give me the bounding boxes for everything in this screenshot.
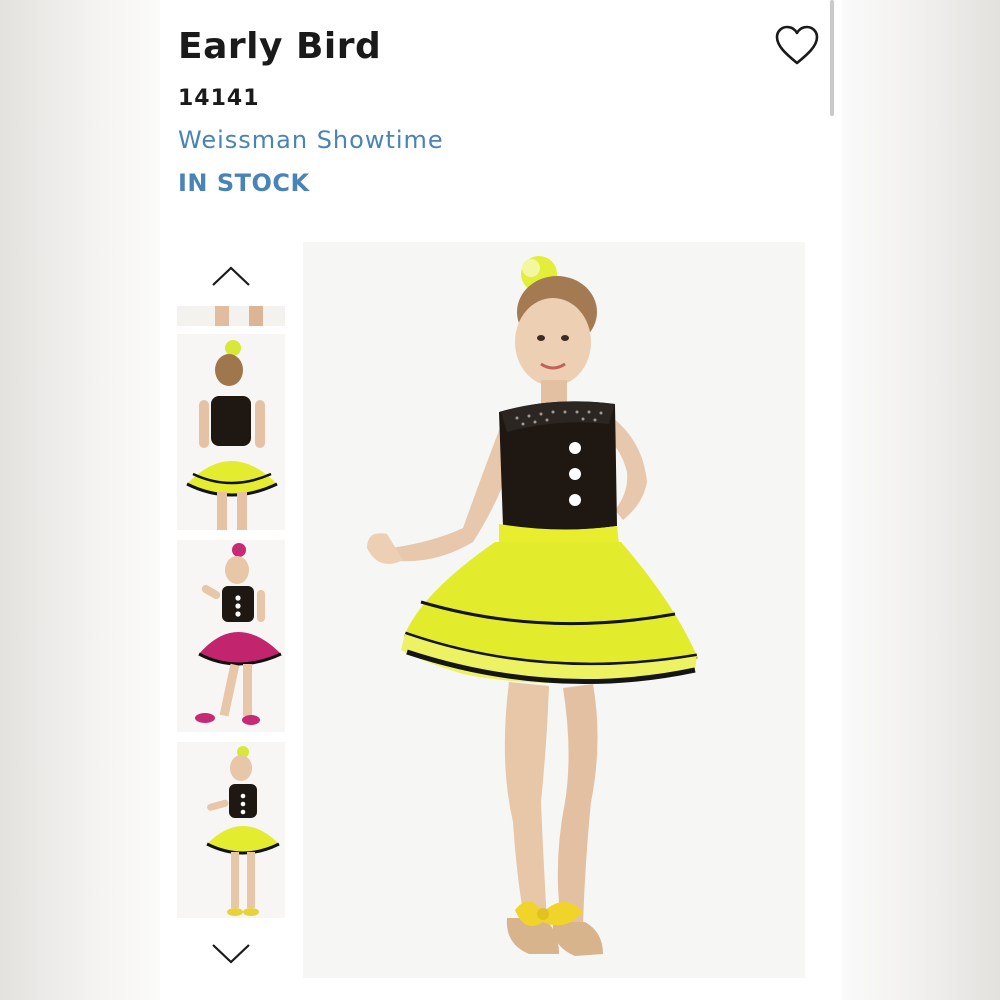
thumbnail-image [177, 742, 285, 918]
chevron-up-icon [212, 266, 250, 286]
thumbnail-image [177, 540, 285, 732]
thumbnail-3[interactable] [177, 540, 285, 732]
favorite-button[interactable] [774, 24, 820, 66]
thumbnail-image [177, 306, 285, 326]
stock-status: IN STOCK [178, 169, 310, 197]
main-product-image[interactable] [303, 242, 805, 978]
thumbnail-image [177, 334, 285, 530]
product-page: Early Bird 14141 Weissman Showtime IN ST… [160, 0, 842, 1000]
thumbnail-2[interactable] [177, 334, 285, 530]
chevron-down-icon [212, 944, 250, 964]
product-sku: 14141 [178, 86, 260, 111]
background-right [842, 0, 1000, 1000]
background-left [0, 0, 160, 1000]
brand-link[interactable]: Weissman Showtime [178, 126, 444, 154]
thumbnail-next-button[interactable] [210, 942, 252, 966]
scrollbar[interactable] [830, 0, 834, 116]
thumbnail-4[interactable] [177, 742, 285, 918]
product-title: Early Bird [178, 26, 382, 67]
thumbnail-1[interactable] [177, 306, 285, 326]
thumbnail-prev-button[interactable] [210, 264, 252, 288]
heart-outline-icon [775, 25, 819, 65]
product-photo [303, 242, 805, 978]
